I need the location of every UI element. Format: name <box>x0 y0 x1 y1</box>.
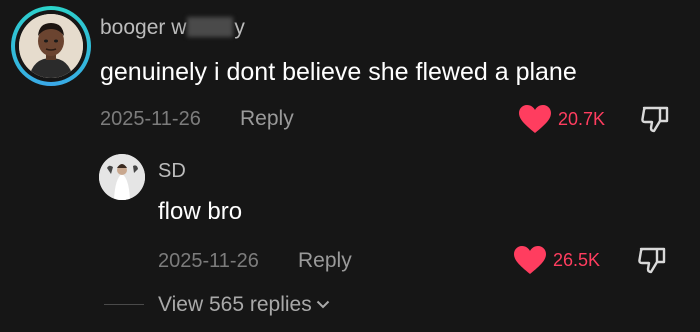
comment-text: genuinely i dont believe she flewed a pl… <box>100 58 577 86</box>
thumbs-down-icon <box>641 106 669 133</box>
reply-text: flow bro <box>158 198 243 225</box>
comment-username[interactable]: booger w y <box>100 16 245 40</box>
username-redaction <box>187 17 234 37</box>
reply-username[interactable]: SD <box>158 160 186 183</box>
bride-portrait-icon <box>99 154 145 200</box>
reply-button[interactable]: Reply <box>240 107 294 131</box>
like-button[interactable] <box>518 104 552 139</box>
replies-divider <box>104 304 144 305</box>
reply-date: 2025-11-26 <box>158 250 259 272</box>
like-count: 20.7K <box>558 109 606 129</box>
thumbs-down-icon <box>638 247 666 274</box>
username-text-start: booger w <box>100 16 187 39</box>
comment-date: 2025-11-26 <box>100 108 201 130</box>
avatar-photo <box>19 14 83 78</box>
view-replies-label: View 565 replies <box>158 293 312 316</box>
person-portrait-icon <box>19 14 83 78</box>
heart-icon <box>514 246 546 274</box>
dislike-button[interactable] <box>640 104 670 139</box>
chevron-down-icon <box>316 291 330 315</box>
reply-like-count: 26.5K <box>553 250 601 270</box>
view-replies-button[interactable]: View 565 replies <box>158 291 330 317</box>
avatar[interactable] <box>11 6 91 86</box>
username-text-end: y <box>234 16 245 39</box>
heart-icon <box>519 105 551 133</box>
reply-dislike-button[interactable] <box>637 245 667 280</box>
reply-like-button[interactable] <box>513 245 547 280</box>
reply-reply-button[interactable]: Reply <box>298 249 352 273</box>
avatar-ring-inner <box>15 10 87 82</box>
reply-avatar[interactable] <box>99 154 145 200</box>
